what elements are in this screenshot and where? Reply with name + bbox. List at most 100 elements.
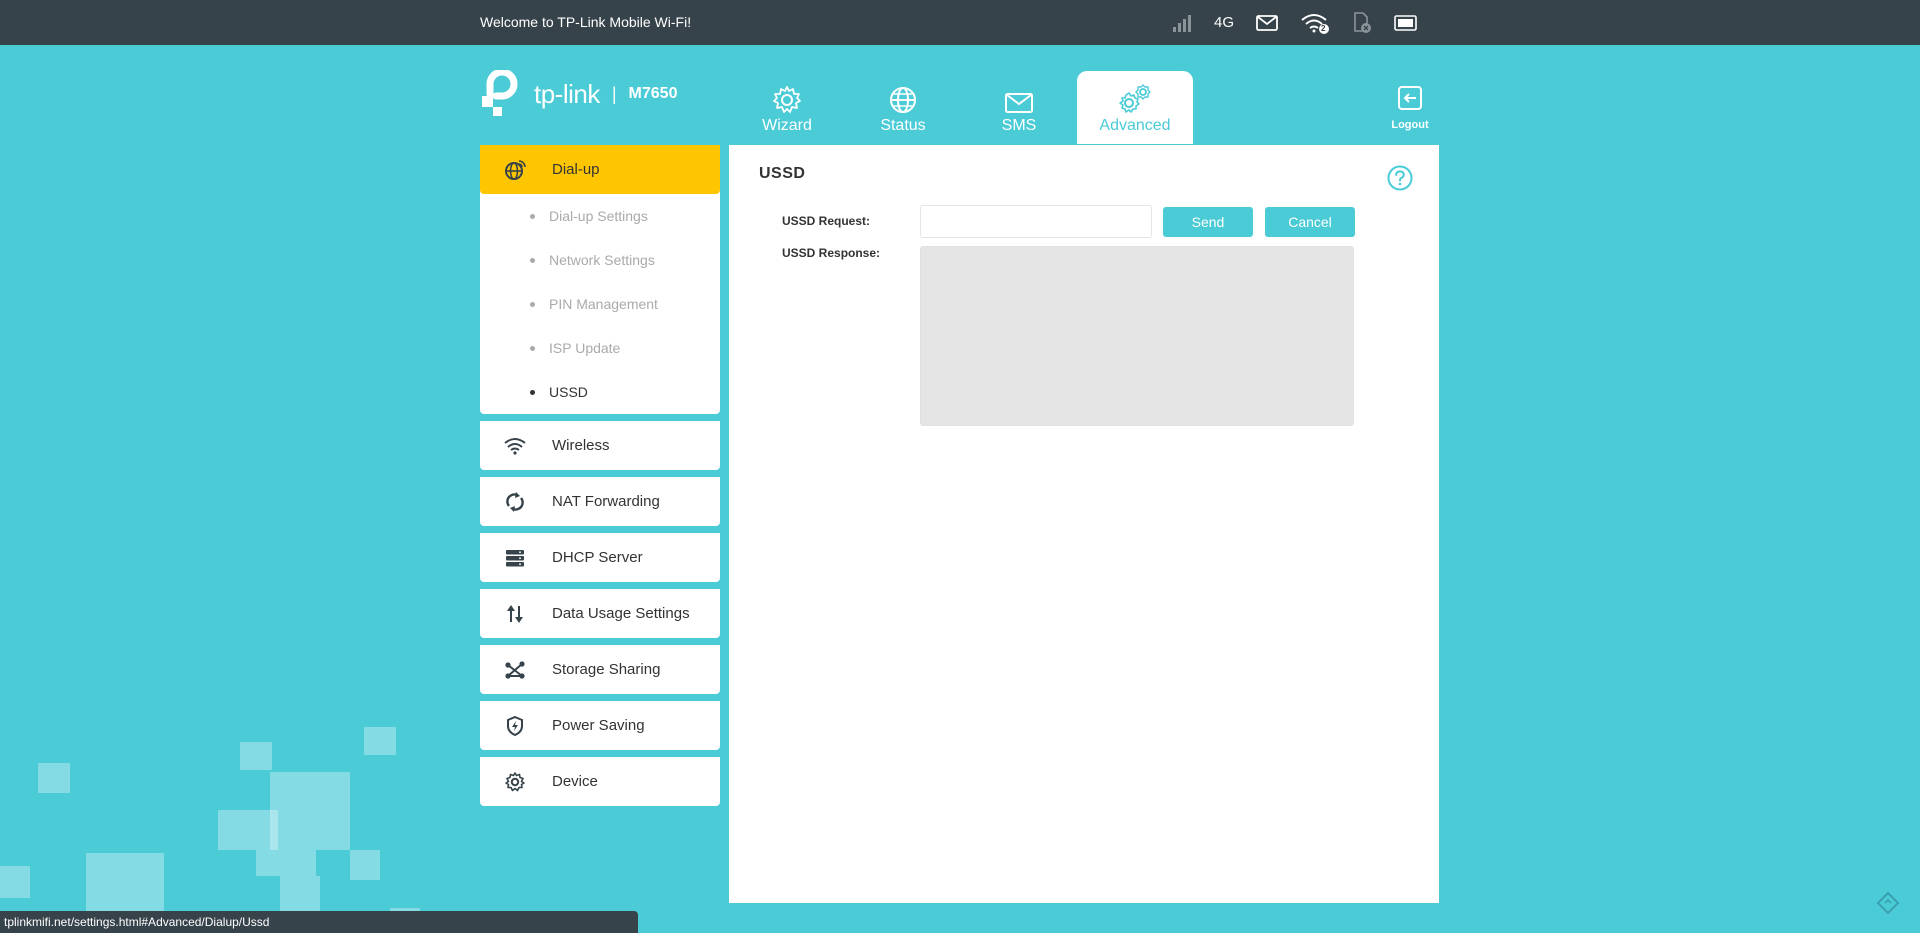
tab-advanced-label: Advanced	[1099, 117, 1171, 134]
tab-sms-label: SMS	[1001, 117, 1037, 134]
decor-square	[280, 876, 320, 911]
logo-separator: |	[611, 83, 617, 104]
submenu-label: PIN Management	[549, 296, 658, 312]
sidebar-item-data-usage-settings[interactable]: Data Usage Settings	[480, 589, 720, 638]
menu-group-dhcp-server: DHCP Server	[480, 533, 720, 582]
decor-square	[38, 763, 70, 793]
main-content-panel: USSD USSD Request: Send Cancel USSD Resp…	[729, 145, 1439, 903]
decor-square	[256, 850, 316, 876]
bullet	[530, 345, 535, 351]
logout-icon	[1398, 86, 1422, 110]
tab-status[interactable]: Status	[845, 71, 961, 144]
submenu-ussd[interactable]: USSD	[480, 370, 720, 414]
ussd-request-label: USSD Request:	[782, 214, 871, 228]
submenu-label: Dial-up Settings	[549, 208, 648, 224]
decor-square	[0, 866, 30, 898]
tab-wizard-label: Wizard	[762, 117, 812, 134]
tab-status-label: Status	[880, 117, 926, 134]
submenu-network-settings[interactable]: Network Settings	[480, 238, 720, 282]
sidebar-item-label: Storage Sharing	[552, 661, 661, 678]
tab-advanced[interactable]: Advanced	[1077, 71, 1193, 144]
server-icon	[504, 547, 526, 569]
bullet	[530, 213, 535, 219]
submenu-label: ISP Update	[549, 340, 621, 356]
logout-button[interactable]: Logout	[1388, 85, 1432, 131]
sidebar-item-wireless[interactable]: Wireless	[480, 421, 720, 470]
signal-bars-icon	[1172, 14, 1192, 32]
send-button[interactable]: Send	[1163, 207, 1253, 237]
dial-up-submenu: Dial-up Settings Network Settings PIN Ma…	[480, 194, 720, 414]
sidebar-item-label: Dial-up	[552, 161, 600, 178]
share-icon	[504, 659, 526, 681]
ussd-response-label: USSD Response:	[782, 246, 881, 260]
bullet	[530, 389, 535, 395]
menu-group-wireless: Wireless	[480, 421, 720, 470]
globe-dialup-icon	[504, 159, 526, 181]
decor-square	[364, 727, 396, 755]
page-title: USSD	[759, 165, 806, 182]
sidebar-item-label: NAT Forwarding	[552, 493, 660, 510]
decor-square	[240, 742, 272, 770]
ussd-response-box	[920, 246, 1354, 426]
sim-card-missing-icon	[1352, 11, 1372, 34]
menu-group-dial-up: Dial-up Dial-up Settings Network Setting…	[480, 145, 720, 414]
wifi-clients-icon: 2	[1300, 12, 1330, 34]
wifi-client-count: 2	[1321, 23, 1326, 33]
logout-label: Logout	[1391, 119, 1429, 131]
welcome-message: Welcome to TP-Link Mobile Wi-Fi!	[480, 14, 692, 30]
sidebar-item-power-saving[interactable]: Power Saving	[480, 701, 720, 750]
tp-link-logo-icon	[482, 70, 518, 116]
cancel-button[interactable]: Cancel	[1265, 207, 1355, 237]
sidebar-menu: Dial-up Dial-up Settings Network Setting…	[480, 145, 720, 813]
battery-icon	[1394, 14, 1418, 31]
menu-group-device: Device	[480, 757, 720, 806]
data-usage-arrows-icon	[504, 603, 526, 625]
menu-group-power-saving: Power Saving	[480, 701, 720, 750]
sidebar-item-dhcp-server[interactable]: DHCP Server	[480, 533, 720, 582]
sidebar-item-label: DHCP Server	[552, 549, 643, 566]
decor-square	[270, 772, 350, 850]
sidebar-item-dial-up[interactable]: Dial-up	[480, 145, 720, 194]
status-icons: 4G 2	[1172, 0, 1440, 45]
feedback-diamond-icon[interactable]	[1876, 891, 1900, 915]
globe-icon	[845, 83, 961, 115]
decor-square	[350, 850, 380, 880]
submenu-pin-management[interactable]: PIN Management	[480, 282, 720, 326]
sidebar-item-nat-forwarding[interactable]: NAT Forwarding	[480, 477, 720, 526]
help-icon	[1387, 165, 1413, 191]
shield-bolt-icon	[504, 715, 526, 737]
menu-group-storage-sharing: Storage Sharing	[480, 645, 720, 694]
submenu-label: USSD	[549, 384, 588, 400]
sidebar-item-label: Data Usage Settings	[552, 605, 690, 622]
gears-icon	[1077, 83, 1193, 115]
tab-wizard[interactable]: Wizard	[729, 71, 845, 144]
decor-square	[218, 810, 278, 850]
gear-icon	[504, 771, 526, 793]
sidebar-item-label: Device	[552, 773, 598, 790]
top-status-bar: Welcome to TP-Link Mobile Wi-Fi! 4G 2	[0, 0, 1920, 45]
submenu-dial-up-settings[interactable]: Dial-up Settings	[480, 194, 720, 238]
sidebar-item-label: Wireless	[552, 437, 610, 454]
ussd-request-input[interactable]	[920, 205, 1152, 238]
wifi-icon	[504, 435, 526, 457]
nat-forwarding-icon	[504, 491, 526, 513]
gear-icon	[729, 83, 845, 115]
envelope-icon	[961, 83, 1077, 115]
menu-group-data-usage: Data Usage Settings	[480, 589, 720, 638]
tab-sms[interactable]: SMS	[961, 71, 1077, 144]
sidebar-item-device[interactable]: Device	[480, 757, 720, 806]
help-button[interactable]	[1387, 165, 1413, 191]
sidebar-item-label: Power Saving	[552, 717, 645, 734]
model-name: M7650	[628, 85, 678, 102]
submenu-isp-update[interactable]: ISP Update	[480, 326, 720, 370]
sidebar-item-storage-sharing[interactable]: Storage Sharing	[480, 645, 720, 694]
mail-icon[interactable]	[1256, 14, 1278, 31]
logo-text: tp-link	[534, 78, 600, 109]
submenu-label: Network Settings	[549, 252, 655, 268]
decor-square	[86, 853, 164, 911]
bullet	[530, 301, 535, 307]
network-type: 4G	[1214, 14, 1235, 31]
menu-group-nat-forwarding: NAT Forwarding	[480, 477, 720, 526]
bullet	[530, 257, 535, 263]
tp-link-logo: tp-link | M7650	[480, 70, 677, 118]
